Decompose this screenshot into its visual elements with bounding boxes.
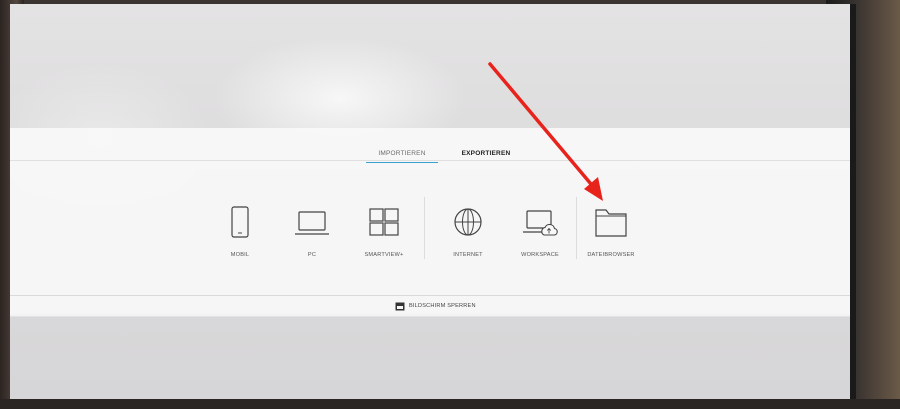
source-divider xyxy=(424,197,425,259)
grid-icon xyxy=(369,208,399,236)
tab-importieren[interactable]: IMPORTIEREN xyxy=(366,150,438,163)
source-internet[interactable]: INTERNET xyxy=(428,204,508,258)
source-label: WORKSPACE xyxy=(521,252,559,258)
lock-screen-label: BILDSCHIRM SPERREN xyxy=(409,303,476,309)
phone-icon xyxy=(231,206,249,238)
lock-screen-icon xyxy=(395,302,405,310)
display-screen: IMPORTIEREN EXPORTIEREN MOBIL PC SMARTVI… xyxy=(10,4,856,404)
lock-screen-button[interactable]: BILDSCHIRM SPERREN xyxy=(395,301,476,311)
source-pc[interactable]: PC xyxy=(272,204,352,258)
monitor-bezel-bottom xyxy=(0,399,900,409)
source-mobil[interactable]: MOBIL xyxy=(200,204,280,258)
lock-screen-bar: BILDSCHIRM SPERREN xyxy=(10,295,850,317)
folder-icon xyxy=(595,209,627,237)
source-label: SMARTVIEW+ xyxy=(364,252,404,258)
tab-exportieren[interactable]: EXPORTIEREN xyxy=(454,150,518,162)
source-label: MOBIL xyxy=(230,252,250,258)
tab-bar: IMPORTIEREN EXPORTIEREN xyxy=(10,150,850,172)
globe-icon xyxy=(454,208,482,236)
source-dateibrowser[interactable]: DATEIBROWSER xyxy=(571,204,651,258)
laptop-icon xyxy=(295,211,329,235)
source-workspace[interactable]: WORKSPACE xyxy=(500,204,580,258)
source-label: DATEIBROWSER xyxy=(587,252,635,258)
source-smartview[interactable]: SMARTVIEW+ xyxy=(344,204,424,258)
source-label: INTERNET xyxy=(453,252,483,258)
source-label: PC xyxy=(307,252,317,258)
cloud-laptop-icon xyxy=(523,210,558,236)
